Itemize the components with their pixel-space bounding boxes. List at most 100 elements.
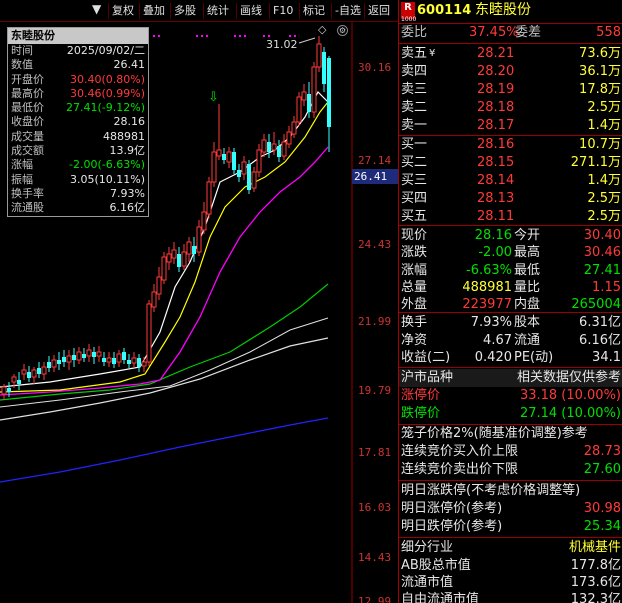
statistics-button[interactable]: 统计 — [203, 3, 232, 19]
float-cap-row: 流通市值 173.6亿 — [399, 574, 622, 592]
level-volume: 1.4万 — [587, 173, 621, 188]
level-price: 28.15 — [477, 155, 515, 170]
candle-body — [327, 58, 331, 127]
buy-level-row[interactable]: 买四 28.13 2.5万 — [399, 190, 622, 208]
top-marker-dots — [153, 35, 296, 37]
tomorrow-down-value: 25.34 — [583, 519, 621, 534]
stat-row: 涨幅 -6.63% 最低 27.41 — [399, 262, 622, 280]
level-label: 买三 — [401, 173, 428, 188]
data-window-row: 时间 2025/09/02/二 — [8, 44, 148, 58]
candle-body — [1, 386, 7, 395]
float-cap-label: 流通市值 — [401, 575, 454, 590]
watchlist-button[interactable]: -自选 — [331, 3, 364, 19]
level-price: 28.19 — [477, 82, 515, 97]
data-window-row: 最低价 27.41(-9.12%) — [8, 101, 148, 115]
candle-body — [237, 170, 241, 177]
candle-body — [226, 151, 232, 163]
stat-value: 488981 — [462, 279, 512, 295]
price-tick: 19.79 — [358, 384, 392, 397]
limit-up-value: 33.18 (10.00%) — [519, 388, 621, 403]
level-volume: 1.4万 — [587, 118, 621, 133]
data-window-key: 开盘价 — [11, 72, 44, 86]
buy-level-row[interactable]: 买二 28.15 271.1万 — [399, 154, 622, 172]
dropdown-arrow-icon[interactable]: ▼ — [92, 2, 101, 16]
data-window-value: 7.93% — [110, 186, 145, 200]
candle-body — [251, 171, 257, 189]
current-price-label: 26.41 — [352, 169, 398, 184]
candle-body — [232, 152, 236, 170]
candle-body — [82, 354, 86, 358]
stock-name: 东睦股份 — [475, 2, 531, 18]
ab-cap-value: 177.8亿 — [570, 558, 621, 573]
level-price: 28.16 — [477, 137, 515, 152]
sell-level-row[interactable]: 卖一 28.17 1.4万 — [399, 117, 622, 135]
candle-body — [92, 352, 96, 357]
sell-level-row[interactable]: 卖五 ¥28.21 73.6万 — [399, 45, 622, 63]
candle-body — [267, 142, 271, 152]
candle-body — [21, 369, 27, 375]
sell-level-row[interactable]: 卖二 28.18 2.5万 — [399, 99, 622, 117]
buy-level-row[interactable]: 买三 28.14 1.4万 — [399, 172, 622, 190]
f10-button[interactable]: F10 — [269, 3, 296, 19]
level-volume: 10.7万 — [579, 137, 621, 152]
level-price: 28.18 — [477, 100, 515, 115]
buy-level-row[interactable]: 买一 28.16 10.7万 — [399, 136, 622, 154]
data-window-value: 30.46(0.99%) — [69, 86, 145, 100]
back-button[interactable]: 返回 — [364, 3, 393, 19]
data-window-value: 6.16亿 — [109, 201, 146, 215]
candle-body — [222, 154, 226, 160]
draw-line-button[interactable]: 画线 — [236, 3, 265, 19]
data-window-key: 收盘价 — [11, 115, 44, 129]
candle-body — [156, 276, 162, 295]
stat-key: 涨幅 — [401, 262, 428, 278]
sell-level-row[interactable]: 卖四 28.20 36.1万 — [399, 63, 622, 81]
data-window-row: 换手率 7.93% — [8, 187, 148, 201]
candle-body — [131, 357, 137, 364]
sell-level-row[interactable]: 卖三 28.19 17.8万 — [399, 81, 622, 99]
cage-buy-row: 连续竞价买入价上限 28.73 — [399, 443, 622, 461]
cage-title: 笼子价格2%(随基准价调整)参考 — [401, 426, 588, 441]
level-label: 卖四 — [401, 64, 428, 79]
stat-row: 总量 488981 量比 1.15 — [399, 279, 622, 297]
market-badge: R 1000 — [401, 2, 417, 23]
stat-key: 最高 — [514, 245, 541, 261]
fund-key: 净资 — [401, 332, 428, 348]
candle-body — [201, 211, 207, 231]
stat-value: 1.15 — [592, 279, 621, 295]
candle-body — [116, 353, 122, 363]
buy-level-row[interactable]: 买五 28.11 2.5万 — [399, 208, 622, 226]
data-window-row: 成交量 488981 — [8, 130, 148, 144]
candle-body — [127, 360, 131, 364]
multi-stock-button[interactable]: 多股 — [170, 3, 199, 19]
price-tick: 12.99 — [358, 595, 392, 603]
level-label: 卖五 — [401, 46, 428, 61]
high-pointer-line — [298, 37, 316, 44]
candle-body — [141, 361, 147, 367]
industry-value[interactable]: 机械基件 — [569, 539, 621, 557]
level-mark: ¥ — [429, 48, 436, 59]
candle-body — [7, 388, 11, 392]
data-window-value: 26.41 — [113, 58, 146, 72]
fuquan-button[interactable]: 复权 — [108, 3, 137, 19]
data-window-value: 13.9亿 — [109, 144, 146, 158]
level-price: 28.11 — [477, 209, 515, 224]
tomorrow-up-label: 明日涨停价(参考) — [401, 501, 503, 516]
level-price: 28.21 — [477, 46, 515, 61]
market-note: 相关数据仅供参考 — [516, 370, 621, 385]
data-window-row: 开盘价 30.40(0.80%) — [8, 73, 148, 87]
quote-panel: R 1000 600114 东睦股份 委比 37.45% 委差 558 卖五 ¥28… — [398, 0, 622, 603]
data-window-key: 成交量 — [11, 129, 44, 143]
candle-body — [11, 376, 17, 383]
settings-icon[interactable]: ⚙ — [337, 25, 348, 36]
tomorrow-up-row: 明日涨停价(参考) 30.98 — [399, 500, 622, 518]
tomorrow-title: 明日涨跌停(不考虑价格调整等) — [401, 483, 581, 498]
candle-body — [57, 360, 61, 364]
stat-value: 30.46 — [583, 245, 621, 261]
stock-header: R 1000 600114 东睦股份 — [399, 2, 622, 23]
level-volume: 17.8万 — [579, 82, 621, 97]
tomorrow-down-row: 明日跌停价(参考) 25.34 — [399, 518, 622, 536]
price-tick: 17.81 — [358, 446, 392, 459]
mark-button[interactable]: 标记 — [299, 3, 328, 19]
cage-buy-value: 28.73 — [583, 444, 621, 459]
overlay-button[interactable]: 叠加 — [139, 3, 168, 19]
